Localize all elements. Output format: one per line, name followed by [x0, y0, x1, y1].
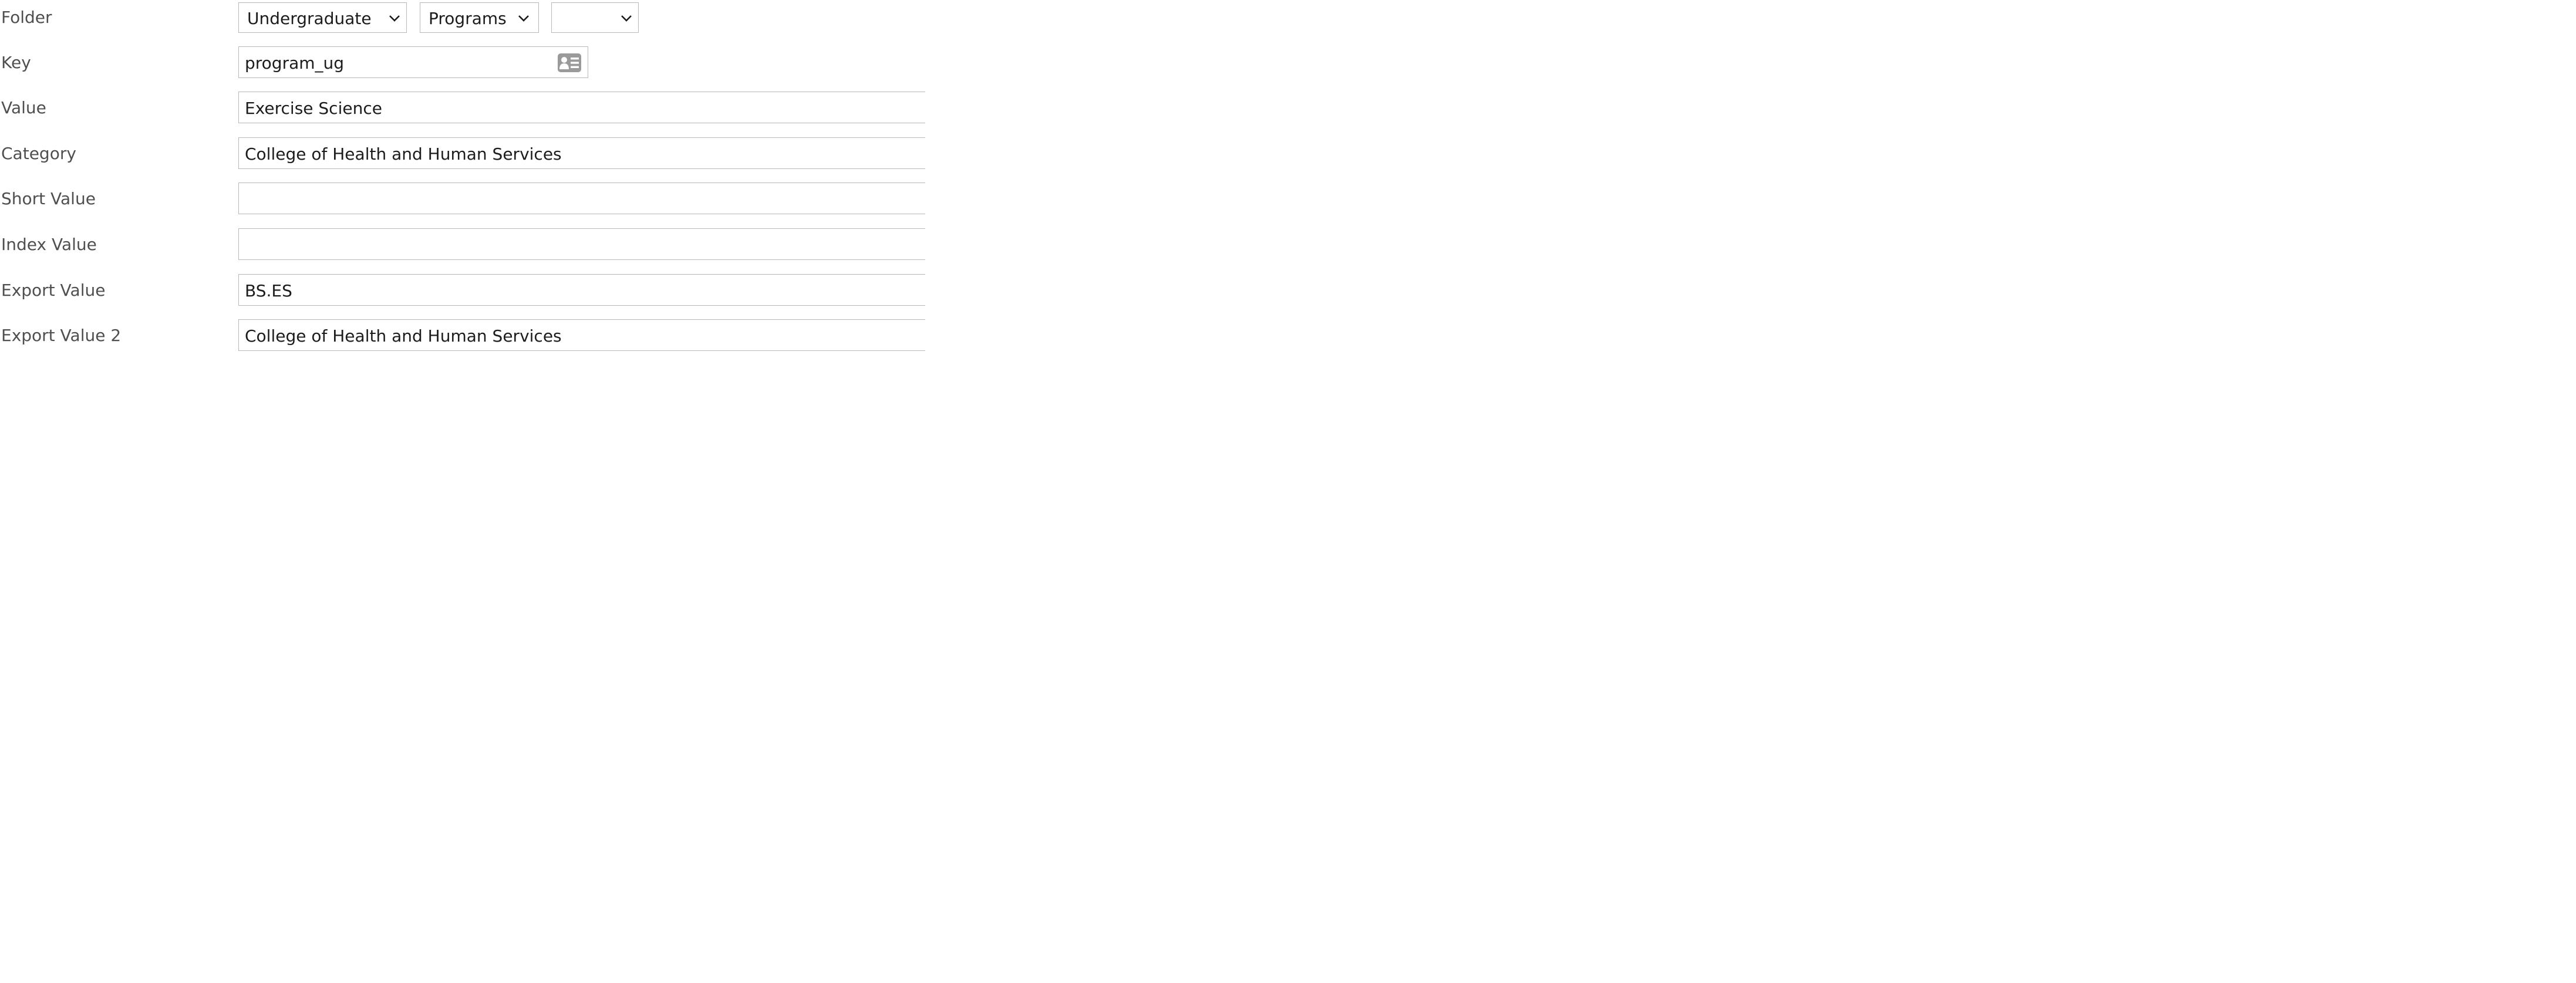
- export-value-2-label: Export Value 2: [1, 326, 122, 345]
- chevron-down-icon: [621, 15, 632, 22]
- key-input[interactable]: program_ug: [238, 46, 588, 78]
- folder-select-level-1[interactable]: Undergraduate: [238, 2, 407, 33]
- folder-select-level-2-value: Programs: [429, 9, 507, 28]
- index-value-label: Index Value: [1, 235, 97, 254]
- category-input-value: College of Health and Human Services: [245, 144, 562, 164]
- category-input[interactable]: College of Health and Human Services: [238, 137, 925, 169]
- export-value-input[interactable]: BS.ES: [238, 274, 925, 306]
- short-value-input[interactable]: [238, 183, 925, 214]
- category-label: Category: [1, 144, 76, 163]
- folder-select-level-3[interactable]: [551, 2, 639, 33]
- value-input-value: Exercise Science: [245, 99, 382, 118]
- export-value-input-value: BS.ES: [245, 281, 292, 300]
- short-value-label: Short Value: [1, 189, 96, 208]
- folder-label: Folder: [1, 8, 52, 27]
- id-card-icon[interactable]: [557, 53, 582, 73]
- folder-select-level-2[interactable]: Programs: [420, 2, 539, 33]
- value-label: Value: [1, 98, 46, 117]
- chevron-down-icon: [389, 15, 400, 22]
- key-input-value: program_ug: [245, 53, 345, 73]
- folder-select-level-1-value: Undergraduate: [247, 9, 372, 28]
- key-label: Key: [1, 53, 31, 72]
- index-value-input[interactable]: [238, 228, 925, 260]
- export-value-2-input-value: College of Health and Human Services: [245, 326, 562, 346]
- value-input[interactable]: Exercise Science: [238, 92, 925, 123]
- export-value-label: Export Value: [1, 281, 106, 300]
- export-value-2-input[interactable]: College of Health and Human Services: [238, 319, 925, 351]
- chevron-down-icon: [518, 15, 529, 22]
